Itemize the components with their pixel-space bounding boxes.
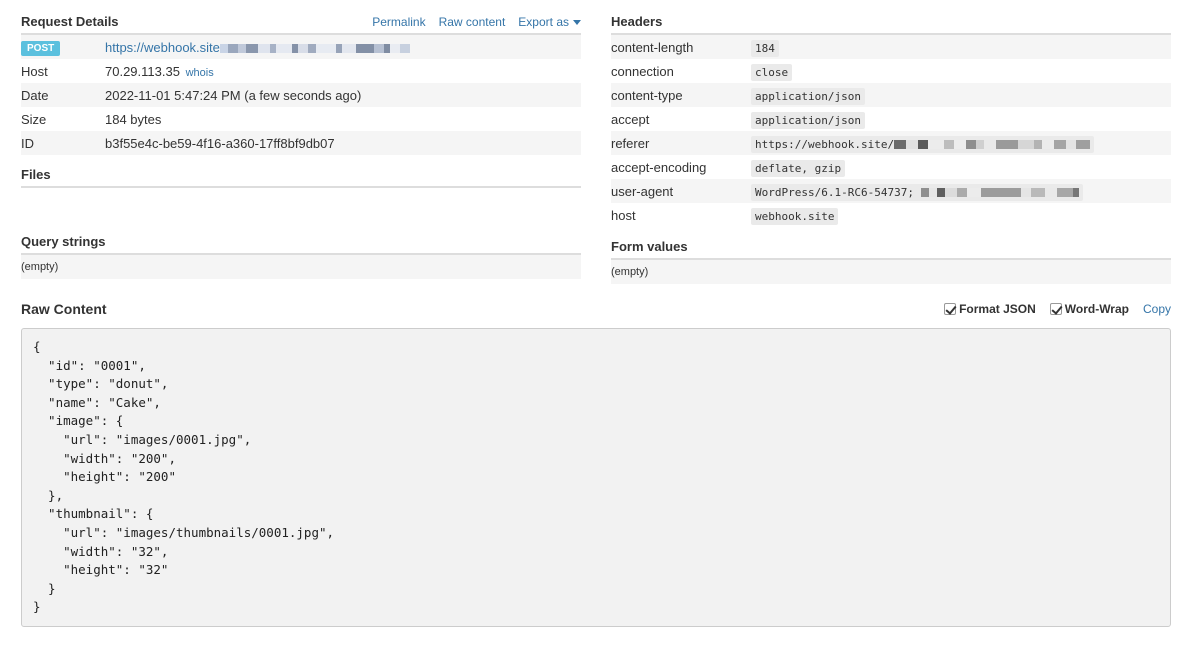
files-header: Files bbox=[21, 165, 581, 188]
header-value-cell: https://webhook.site/ bbox=[751, 131, 1171, 155]
table-row: content-type application/json bbox=[611, 83, 1171, 107]
table-row: connection close bbox=[611, 59, 1171, 83]
user-agent-text: WordPress/6.1-RC6-54737; bbox=[755, 185, 914, 199]
copy-link[interactable]: Copy bbox=[1143, 302, 1171, 316]
table-row: Size 184 bytes bbox=[21, 107, 581, 131]
date-label: Date bbox=[21, 83, 105, 107]
header-value-cell: application/json bbox=[751, 107, 1171, 131]
header-value-cell: application/json bbox=[751, 83, 1171, 107]
query-strings-title: Query strings bbox=[21, 234, 106, 249]
header-value: application/json bbox=[751, 111, 865, 129]
url-cell: https://webhook.site bbox=[105, 35, 581, 59]
method-cell: POST bbox=[21, 35, 105, 59]
files-body bbox=[21, 188, 581, 232]
header-value: 184 bbox=[751, 39, 779, 57]
table-row: POST https://webhook.site bbox=[21, 35, 581, 59]
table-row: ID b3f55e4c-be59-4f16-a360-17ff8bf9db07 bbox=[21, 131, 581, 155]
size-label: Size bbox=[21, 111, 47, 127]
table-row: Date 2022-11-01 5:47:24 PM (a few second… bbox=[21, 83, 581, 107]
request-details-table: POST https://webhook.site Host 70.29.113… bbox=[21, 35, 581, 155]
size-value: 184 bytes bbox=[105, 111, 162, 127]
whois-link[interactable]: whois bbox=[186, 67, 214, 79]
header-key: content-type bbox=[611, 83, 751, 107]
raw-content-options: Format JSON Word-Wrap Copy bbox=[944, 302, 1171, 316]
files-title: Files bbox=[21, 167, 51, 182]
table-row: host webhook.site bbox=[611, 203, 1171, 227]
headers-title: Headers bbox=[611, 14, 663, 29]
id-label: ID bbox=[21, 131, 105, 155]
form-values-empty: (empty) bbox=[611, 260, 1171, 284]
header-value: application/json bbox=[751, 87, 865, 105]
header-value-cell: webhook.site bbox=[751, 203, 1171, 227]
id-value: b3f55e4c-be59-4f16-a360-17ff8bf9db07 bbox=[105, 131, 581, 155]
header-value-cell: deflate, gzip bbox=[751, 155, 1171, 179]
permalink-link[interactable]: Permalink bbox=[372, 15, 425, 29]
raw-content-link[interactable]: Raw content bbox=[439, 15, 506, 29]
caret-down-icon bbox=[573, 20, 581, 26]
date-value: 2022-11-01 5:47:24 PM (a few seconds ago… bbox=[105, 83, 581, 107]
request-details-title: Request Details bbox=[21, 14, 119, 29]
host-value: 70.29.113.35 bbox=[105, 63, 180, 79]
raw-content-body[interactable]: { "id": "0001", "type": "donut", "name":… bbox=[21, 328, 1171, 627]
format-json-toggle[interactable]: Format JSON bbox=[944, 302, 1036, 316]
left-column: Request Details Permalink Raw content Ex… bbox=[21, 12, 581, 279]
header-value-referer: https://webhook.site/ bbox=[751, 135, 1095, 153]
request-actions: Permalink Raw content Export as bbox=[372, 15, 581, 29]
raw-content-header: Raw Content Format JSON Word-Wrap Copy bbox=[21, 298, 1171, 320]
header-key: accept bbox=[611, 111, 650, 127]
header-value-cell: close bbox=[751, 59, 1171, 83]
header-key: host bbox=[611, 207, 636, 223]
header-key: accept-encoding bbox=[611, 159, 707, 175]
request-details-header: Request Details Permalink Raw content Ex… bbox=[21, 12, 581, 35]
export-as-dropdown[interactable]: Export as bbox=[518, 15, 581, 29]
table-row: Host 70.29.113.35 whois bbox=[21, 59, 581, 83]
word-wrap-label: Word-Wrap bbox=[1064, 302, 1129, 316]
format-json-checkbox[interactable] bbox=[944, 303, 957, 315]
query-strings-empty: (empty) bbox=[21, 255, 581, 279]
table-row: accept-encoding deflate, gzip bbox=[611, 155, 1171, 179]
header-value-cell: 184 bbox=[751, 35, 1171, 59]
word-wrap-toggle[interactable]: Word-Wrap bbox=[1049, 302, 1129, 316]
method-badge: POST bbox=[21, 40, 61, 56]
table-row: user-agent WordPress/6.1-RC6-54737; bbox=[611, 179, 1171, 203]
header-key: content-length bbox=[611, 35, 751, 59]
webhook-request-page: Request Details Permalink Raw content Ex… bbox=[0, 0, 1186, 649]
query-strings-header: Query strings bbox=[21, 232, 581, 255]
redacted-referer-blur bbox=[894, 140, 1091, 149]
header-value: deflate, gzip bbox=[751, 159, 846, 177]
header-value: webhook.site bbox=[751, 207, 839, 225]
header-value-cell: WordPress/6.1-RC6-54737; bbox=[751, 179, 1171, 203]
referer-text: https://webhook.site/ bbox=[755, 137, 895, 151]
redacted-url-blur bbox=[219, 43, 410, 53]
headers-table: content-length 184 connection close cont… bbox=[611, 35, 1171, 227]
right-column: Headers content-length 184 connection cl… bbox=[611, 12, 1171, 284]
form-values-title: Form values bbox=[611, 239, 688, 254]
request-url-link[interactable]: https://webhook.site bbox=[105, 40, 220, 55]
table-row: referer https://webhook.site/ bbox=[611, 131, 1171, 155]
header-value-user-agent: WordPress/6.1-RC6-54737; bbox=[751, 183, 1083, 201]
table-row: content-length 184 bbox=[611, 35, 1171, 59]
header-key: user-agent bbox=[611, 179, 751, 203]
header-key: connection bbox=[611, 63, 674, 79]
table-row: accept application/json bbox=[611, 107, 1171, 131]
format-json-label: Format JSON bbox=[959, 302, 1036, 316]
host-label: Host bbox=[21, 63, 48, 79]
word-wrap-checkbox[interactable] bbox=[1049, 303, 1062, 315]
raw-content-title: Raw Content bbox=[21, 301, 107, 317]
header-key: referer bbox=[611, 131, 751, 155]
header-value: close bbox=[751, 63, 793, 81]
form-values-header: Form values bbox=[611, 237, 1171, 260]
redacted-user-agent-blur bbox=[920, 188, 1079, 197]
headers-header: Headers bbox=[611, 12, 1171, 35]
export-as-label: Export as bbox=[518, 15, 569, 29]
host-cell: 70.29.113.35 whois bbox=[105, 59, 581, 83]
